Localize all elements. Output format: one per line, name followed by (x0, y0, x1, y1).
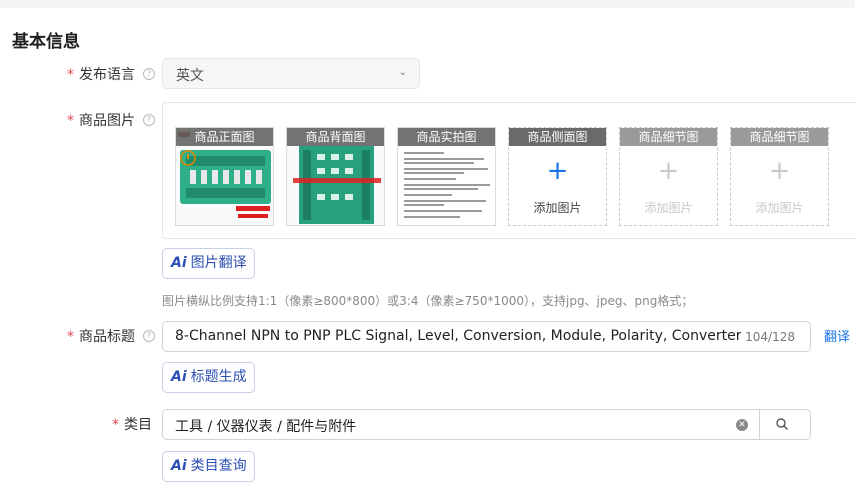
add-image-label: 添加图片 (755, 201, 804, 215)
category-input-value: 工具 / 仪器仪表 / 配件与附件 (175, 419, 357, 435)
translate-link[interactable]: 翻译 (824, 326, 850, 345)
title-generate-button[interactable]: Ai 标题生成 (162, 362, 255, 393)
add-image-label: 添加图片 (533, 201, 582, 215)
image-slot-caption: 商品正面图 (176, 128, 273, 146)
title-label: * 商品标题 (67, 329, 135, 345)
plus-icon: + (768, 156, 791, 186)
image-slot-back[interactable]: 商品背面图 (286, 127, 385, 226)
language-label: * 发布语言 (67, 67, 135, 83)
section-title: 基本信息 (12, 32, 80, 52)
required-mark: * (67, 329, 74, 345)
image-slot-caption: 商品背面图 (287, 128, 384, 146)
category-query-button[interactable]: Ai 类目查询 (162, 451, 255, 482)
image-slot-caption: 商品实拍图 (398, 128, 495, 146)
title-input-value: 8-Channel NPN to PNP PLC Signal, Level, … (175, 328, 741, 344)
add-image-label: 添加图片 (644, 201, 693, 215)
language-select-value: 英文 (176, 68, 204, 84)
category-input[interactable]: 工具 / 仪器仪表 / 配件与附件 ✕ (162, 409, 811, 440)
question-circle-icon[interactable]: ? (143, 330, 155, 342)
title-input[interactable]: 8-Channel NPN to PNP PLC Signal, Level, … (162, 321, 811, 352)
image-slot-detail-2: 商品细节图 + 添加图片 (730, 127, 829, 226)
image-slot-side[interactable]: 商品侧面图 + 添加图片 (508, 127, 607, 226)
images-label: * 商品图片 (67, 113, 135, 129)
chevron-down-icon: ⌄ (398, 67, 407, 78)
image-slot-front[interactable]: 商品正面图 (175, 127, 274, 226)
image-slot-caption: 商品细节图 (731, 128, 828, 146)
ai-icon: Ai (171, 255, 187, 271)
image-slot-caption: 商品细节图 (620, 128, 717, 146)
question-circle-icon[interactable]: ? (143, 114, 155, 126)
language-select[interactable]: 英文 ⌄ (162, 58, 420, 89)
title-char-count: 104/128 (745, 330, 795, 344)
top-strip (0, 0, 855, 8)
question-circle-icon[interactable]: ? (143, 68, 155, 80)
required-mark: * (112, 417, 119, 433)
ai-icon: Ai (171, 458, 187, 474)
category-label: * 类目 (112, 417, 152, 433)
plus-icon: + (657, 156, 680, 186)
plus-icon: + (546, 156, 569, 186)
image-slot-detail-1: 商品细节图 + 添加图片 (619, 127, 718, 226)
image-slot-caption: 商品侧面图 (509, 128, 606, 146)
image-translate-button[interactable]: Ai 图片翻译 (162, 248, 255, 279)
required-mark: * (67, 67, 74, 83)
image-slot-real[interactable]: 商品实拍图 (397, 127, 496, 226)
image-format-hint: 图片横纵比例支持1:1（像素≥800*800）或3:4（像素≥750*1000）… (162, 294, 694, 308)
ai-icon: Ai (171, 369, 187, 385)
search-icon[interactable] (775, 417, 789, 431)
close-circle-icon[interactable]: ✕ (736, 419, 748, 431)
input-divider (759, 410, 760, 439)
required-mark: * (67, 113, 74, 129)
